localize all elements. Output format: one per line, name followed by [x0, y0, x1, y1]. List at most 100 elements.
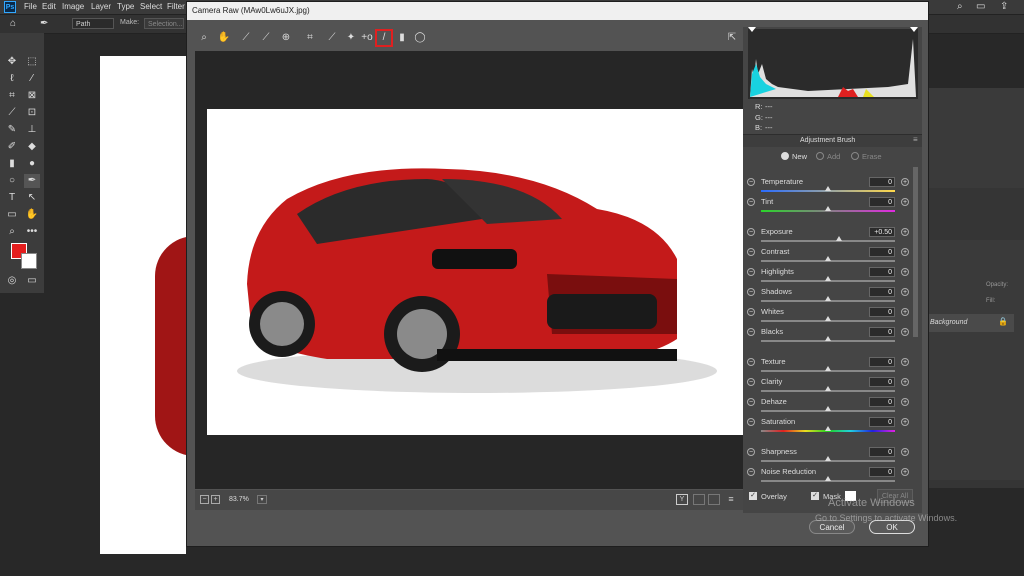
slider-value[interactable]: 0 [869, 377, 895, 387]
decrease-icon[interactable]: − [747, 468, 755, 476]
slider-track[interactable] [761, 240, 895, 242]
slider-thumb[interactable] [825, 426, 831, 431]
slider-thumb[interactable] [825, 256, 831, 261]
slider-thumb[interactable] [825, 276, 831, 281]
decrease-icon[interactable]: − [747, 418, 755, 426]
decrease-icon[interactable]: − [747, 378, 755, 386]
menu-image[interactable]: Image [62, 2, 84, 11]
move-tool-icon[interactable]: ✥ [4, 55, 20, 69]
slider-value[interactable]: 0 [869, 397, 895, 407]
image-preview-area[interactable] [195, 51, 744, 489]
increase-icon[interactable]: + [901, 248, 909, 256]
decrease-icon[interactable]: − [747, 268, 755, 276]
shape-tool-icon[interactable]: ▭ [4, 208, 20, 222]
increase-icon[interactable]: + [901, 228, 909, 236]
adjustment-brush-icon[interactable]: / [375, 29, 393, 47]
increase-icon[interactable]: + [901, 328, 909, 336]
menu-edit[interactable]: Edit [42, 2, 56, 11]
stamp-tool-icon[interactable]: ⊥ [24, 123, 40, 137]
slider-thumb[interactable] [825, 186, 831, 191]
decrease-icon[interactable]: − [747, 288, 755, 296]
increase-icon[interactable]: + [901, 198, 909, 206]
patch-tool-icon[interactable]: ⊡ [24, 106, 40, 120]
history-brush-icon[interactable]: ✐ [4, 140, 20, 154]
slider-thumb[interactable] [825, 316, 831, 321]
slider-thumb[interactable] [825, 206, 831, 211]
overlay-checkbox[interactable]: ✓ [749, 492, 757, 500]
red-eye-icon[interactable]: +o [360, 31, 374, 45]
slider-value[interactable]: 0 [869, 447, 895, 457]
zoom-icon[interactable]: ⌕ [197, 31, 211, 45]
slider-value[interactable]: +0.50 [869, 227, 895, 237]
graduated-filter-icon[interactable]: ▮ [395, 31, 409, 45]
blur-tool-icon[interactable]: ● [24, 157, 40, 171]
slider-value[interactable]: 0 [869, 287, 895, 297]
increase-icon[interactable]: + [901, 308, 909, 316]
crop-tool-icon[interactable]: ⌗ [4, 89, 20, 103]
spot-removal-icon[interactable]: ✦ [344, 31, 358, 45]
pen-tool-active-icon[interactable]: ✒ [24, 174, 40, 188]
decrease-icon[interactable]: − [747, 248, 755, 256]
slider-value[interactable]: 0 [869, 307, 895, 317]
gradient-tool-icon[interactable]: ▮ [4, 157, 20, 171]
background-color-swatch[interactable] [21, 253, 37, 269]
slider-value[interactable]: 0 [869, 177, 895, 187]
increase-icon[interactable]: + [901, 178, 909, 186]
decrease-icon[interactable]: − [747, 198, 755, 206]
share-icon[interactable]: ⇪ [1000, 1, 1008, 12]
decrease-icon[interactable]: − [747, 398, 755, 406]
slider-value[interactable]: 0 [869, 467, 895, 477]
increase-icon[interactable]: + [901, 268, 909, 276]
slider-thumb[interactable] [825, 406, 831, 411]
search-icon[interactable]: ⌕ [957, 1, 963, 12]
menu-file[interactable]: File [24, 2, 37, 11]
brush-tool-icon[interactable]: ✎ [4, 123, 20, 137]
increase-icon[interactable]: + [901, 398, 909, 406]
increase-icon[interactable]: + [901, 468, 909, 476]
decrease-icon[interactable]: − [747, 228, 755, 236]
white-balance-icon[interactable]: ⟋ [239, 31, 253, 45]
increase-icon[interactable]: + [901, 418, 909, 426]
lasso-tool-icon[interactable]: ℓ [4, 72, 20, 86]
eraser-tool-icon[interactable]: ◆ [24, 140, 40, 154]
copy-settings-icon[interactable] [708, 494, 720, 505]
dodge-tool-icon[interactable]: ○ [4, 174, 20, 188]
increase-icon[interactable]: + [901, 358, 909, 366]
color-sampler-icon[interactable]: ⟋ [259, 31, 273, 45]
targeted-adjust-icon[interactable]: ⊕ [279, 31, 293, 45]
slider-thumb[interactable] [825, 296, 831, 301]
decrease-icon[interactable]: − [747, 328, 755, 336]
before-after-toggle[interactable]: Y [676, 494, 688, 505]
mask-checkbox[interactable]: ✓ [811, 492, 819, 500]
slider-value[interactable]: 0 [869, 417, 895, 427]
frame-tool-icon[interactable]: ⊠ [24, 89, 40, 103]
selection-button[interactable]: Selection... [144, 18, 184, 29]
decrease-icon[interactable]: − [747, 448, 755, 456]
menu-layer[interactable]: Layer [91, 2, 111, 11]
slider-value[interactable]: 0 [869, 197, 895, 207]
path-select-icon[interactable]: ↖ [24, 191, 40, 205]
zoom-in-button[interactable]: + [211, 495, 220, 504]
straighten-icon[interactable]: ⟋ [325, 31, 339, 45]
swap-settings-icon[interactable] [693, 494, 705, 505]
menu-type[interactable]: Type [117, 2, 134, 11]
hand-icon[interactable]: ✋ [217, 31, 231, 45]
path-mode-select[interactable]: Path [72, 18, 114, 29]
marquee-tool-icon[interactable]: ⬚ [24, 55, 40, 69]
open-preferences-icon[interactable]: ⇱ [725, 31, 739, 45]
slider-value[interactable]: 0 [869, 327, 895, 337]
decrease-icon[interactable]: − [747, 178, 755, 186]
slider-thumb[interactable] [825, 456, 831, 461]
increase-icon[interactable]: + [901, 378, 909, 386]
type-tool-icon[interactable]: T [4, 191, 20, 205]
quick-mask-icon[interactable]: ◎ [4, 274, 20, 288]
slider-thumb[interactable] [825, 476, 831, 481]
slider-thumb[interactable] [825, 366, 831, 371]
zoom-dropdown-icon[interactable]: ▾ [257, 495, 267, 504]
layer-row[interactable]: Background 🔒 [928, 314, 1014, 332]
menu-filter[interactable]: Filter [167, 2, 185, 11]
slider-thumb[interactable] [825, 336, 831, 341]
eyedropper-tool-icon[interactable]: ⟋ [4, 106, 20, 120]
zoom-tool-icon[interactable]: ⌕ [4, 225, 20, 239]
decrease-icon[interactable]: − [747, 308, 755, 316]
